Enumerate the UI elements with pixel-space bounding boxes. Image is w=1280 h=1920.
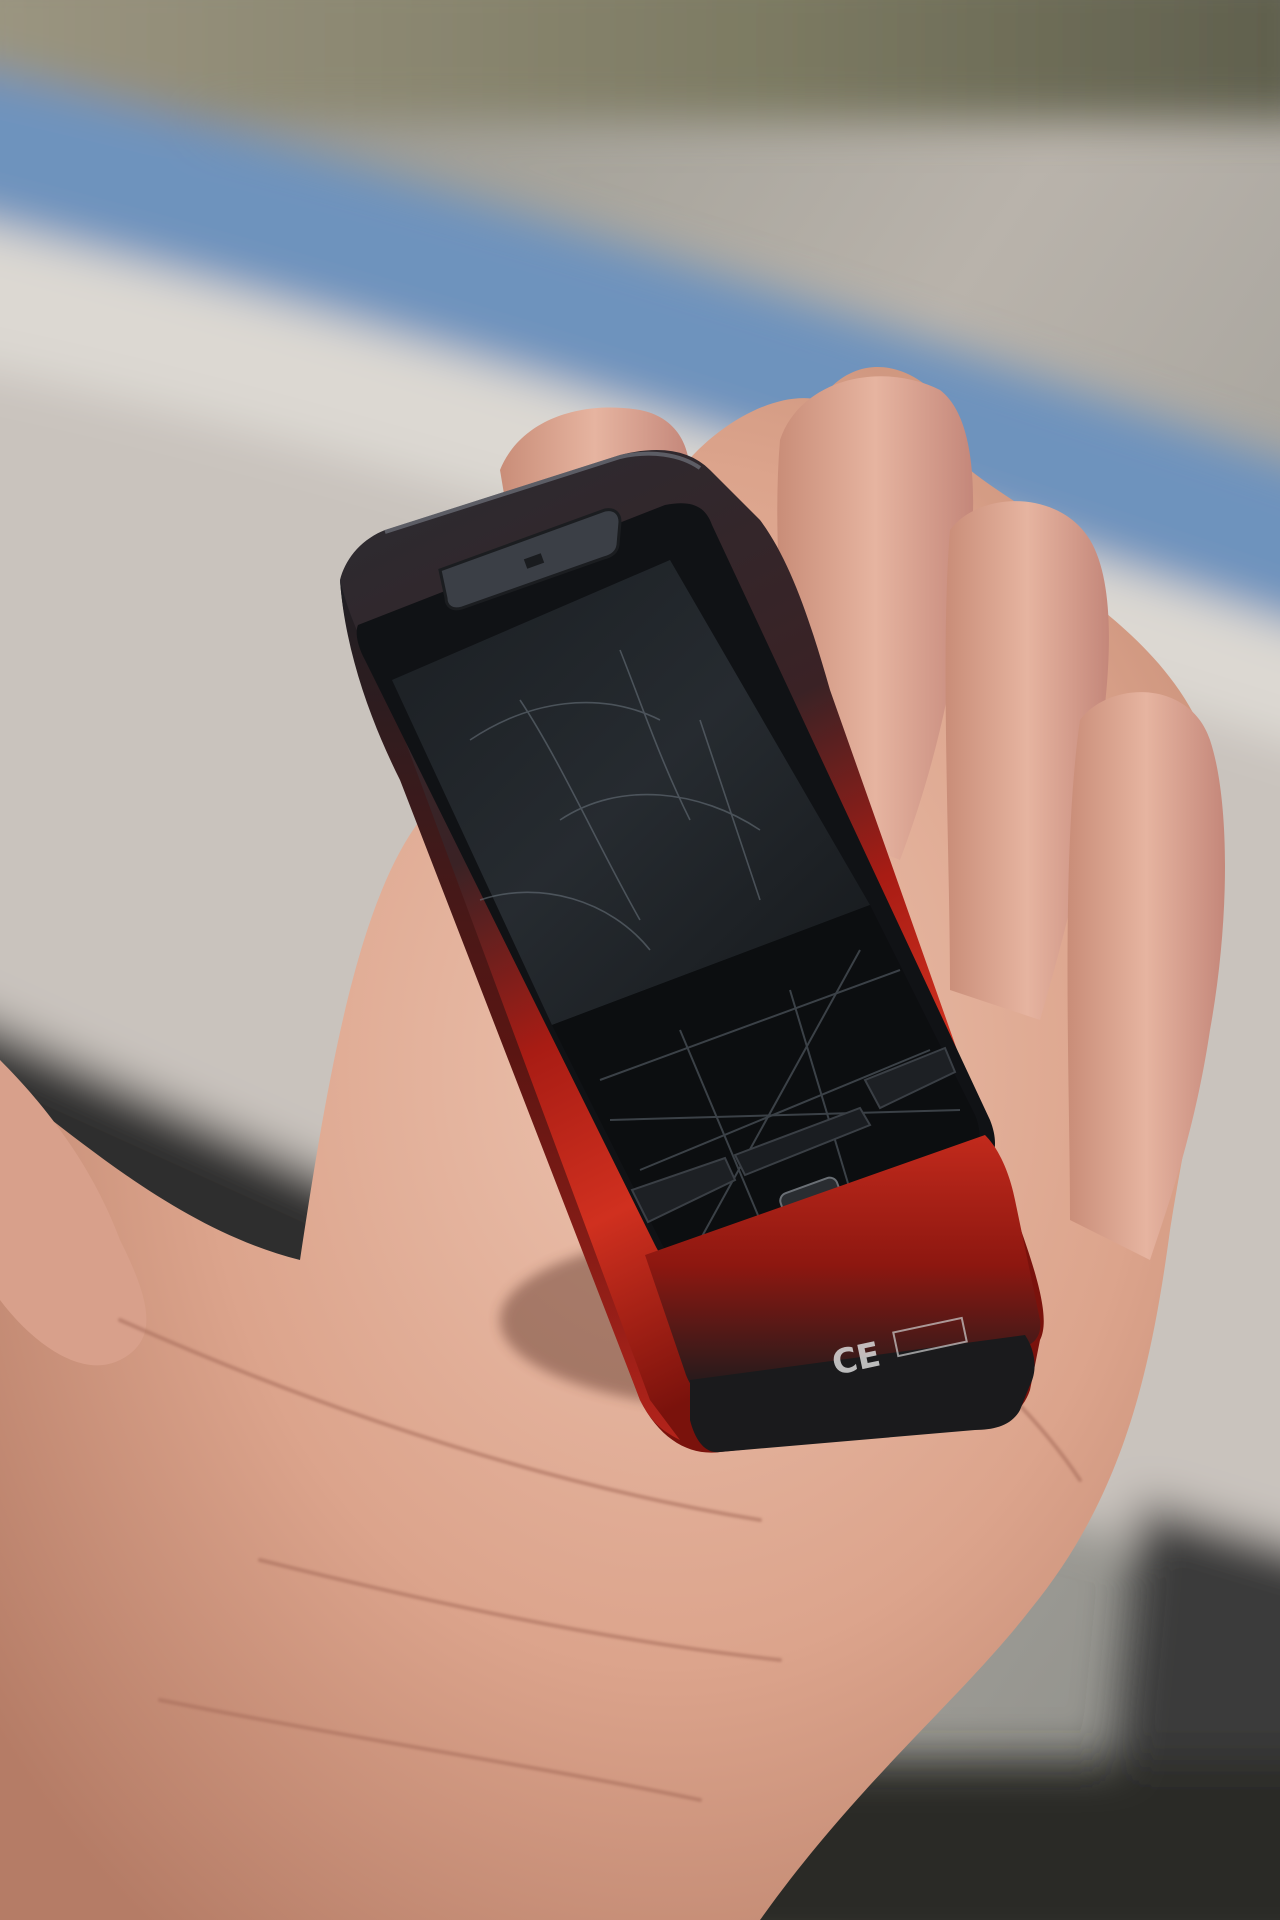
- top-foliage-strip: [0, 0, 1280, 120]
- photo-scene: CE: [0, 0, 1280, 1920]
